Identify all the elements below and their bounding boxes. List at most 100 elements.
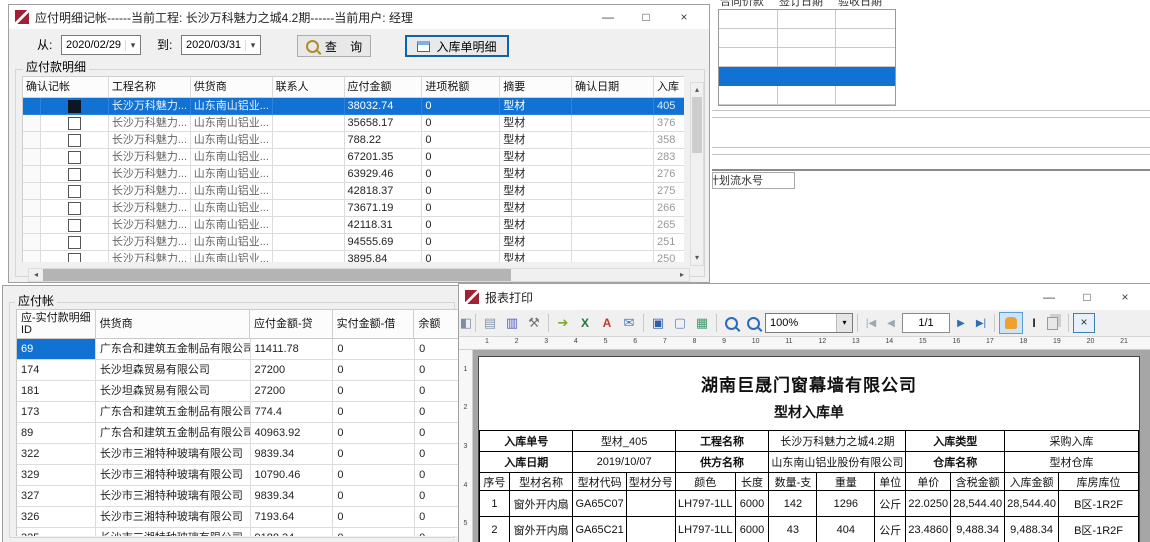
table-row[interactable]: 长沙万科魅力... 山东南山铝业... 3895.84 0 型材 250 <box>23 251 684 262</box>
detail-id-cell[interactable]: 174 <box>17 360 96 381</box>
scroll-left-icon[interactable]: ◂ <box>29 268 43 282</box>
next-page-button[interactable]: ▶ <box>952 318 970 329</box>
table-row[interactable]: 325 长沙市三湘特种玻璃有限公司 9188.34 0 0 <box>17 528 495 536</box>
horizontal-scrollbar[interactable]: ◂ ▸ <box>28 268 690 282</box>
settings-icon[interactable]: ⚒ <box>524 313 544 333</box>
scroll-down-icon[interactable]: ▾ <box>691 251 703 265</box>
table-row[interactable] <box>719 48 895 67</box>
table-row[interactable]: 长沙万科魅力... 山东南山铝业... 788.22 0 型材 358 <box>23 132 684 149</box>
confirm-checkbox[interactable] <box>68 151 81 164</box>
text-select-tool-button[interactable]: I <box>1025 316 1043 330</box>
detail-id-cell[interactable]: 327 <box>17 486 96 507</box>
minimize-button[interactable]: — <box>589 6 627 28</box>
inbound-detail-button[interactable]: 入库单明细 <box>405 35 509 57</box>
detail-id-cell[interactable]: 326 <box>17 507 96 528</box>
table-row[interactable]: 327 长沙市三湘特种玻璃有限公司 9839.34 0 0 <box>17 486 495 507</box>
col-tax[interactable]: 进项税额 <box>422 77 500 97</box>
table-row[interactable]: 329 长沙市三湘特种玻璃有限公司 10790.46 0 0 <box>17 465 495 486</box>
col-supplier[interactable]: 供货商 <box>96 310 250 338</box>
confirm-checkbox[interactable] <box>68 219 81 232</box>
detail-id-cell[interactable]: 329 <box>17 465 96 486</box>
scrollbar-thumb[interactable] <box>43 269 511 281</box>
col-summary[interactable]: 摘要 <box>500 77 572 97</box>
last-page-button[interactable]: ▶| <box>972 318 990 329</box>
table-row[interactable] <box>719 29 895 48</box>
table-row[interactable]: 174 长沙坦森贸易有限公司 27200 0 0 <box>17 360 495 381</box>
scroll-up-icon[interactable]: ▴ <box>691 83 703 97</box>
row-header-cell[interactable] <box>23 200 41 217</box>
col-inbound[interactable]: 入库 <box>654 77 684 97</box>
row-header-cell[interactable] <box>23 98 41 115</box>
close-button[interactable]: × <box>1106 286 1144 308</box>
zoom-level-select[interactable]: 100% ▾ <box>765 313 853 333</box>
document-icon[interactable]: ▢ <box>670 313 690 333</box>
mail-icon[interactable]: ✉ <box>619 313 639 333</box>
detail-id-cell[interactable]: 173 <box>17 402 96 423</box>
title-bar[interactable]: 报表打印 — □ × <box>459 284 1150 310</box>
table-row[interactable]: 长沙万科魅力... 山东南山铝业... 73671.19 0 型材 266 <box>23 200 684 217</box>
col-confirm-date[interactable]: 确认日期 <box>572 77 654 97</box>
confirm-checkbox[interactable] <box>68 134 81 147</box>
close-button[interactable]: × <box>665 6 703 28</box>
detail-id-cell[interactable]: 69 <box>17 339 96 360</box>
confirm-checkbox[interactable] <box>68 236 81 249</box>
row-header-cell[interactable] <box>23 149 41 166</box>
detail-id-cell[interactable]: 89 <box>17 423 96 444</box>
col-amount[interactable]: 应付金额 <box>345 77 423 97</box>
vertical-scrollbar[interactable]: ▴ ▾ <box>690 82 704 266</box>
from-date-select[interactable]: 2020/02/29 ▾ <box>61 35 141 55</box>
print-icon[interactable]: ▤ <box>480 313 500 333</box>
confirm-checkbox[interactable] <box>68 202 81 215</box>
col-credit[interactable]: 应付金额-贷 <box>250 310 333 338</box>
book-icon[interactable]: ▥ <box>502 313 522 333</box>
zoom-out-icon[interactable] <box>743 313 763 333</box>
table-row[interactable]: 69 广东合和建筑五金制品有限公司 11411.78 0 0 <box>17 339 495 360</box>
col-detail-id[interactable]: 应-实付款明细ID <box>17 310 96 338</box>
row-header-cell[interactable] <box>23 132 41 149</box>
confirm-checkbox[interactable] <box>68 168 81 181</box>
table-row[interactable]: 326 长沙市三湘特种玻璃有限公司 7193.64 0 0 <box>17 507 495 528</box>
row-header-cell[interactable] <box>23 115 41 132</box>
table-row[interactable] <box>719 86 895 105</box>
table-row[interactable] <box>719 10 895 29</box>
page-number-input[interactable]: 1/1 <box>902 313 950 333</box>
confirm-checkbox[interactable] <box>68 185 81 198</box>
table-row[interactable]: 89 广东合和建筑五金制品有限公司 40963.92 0 0 <box>17 423 495 444</box>
row-header-cell[interactable] <box>23 251 41 262</box>
scroll-right-icon[interactable]: ▸ <box>675 268 689 282</box>
maximize-button[interactable]: □ <box>1068 286 1106 308</box>
close-preview-button[interactable]: × <box>1073 313 1095 333</box>
copy-icon[interactable] <box>1047 317 1058 330</box>
title-bar[interactable]: 应付明细记帐------当前工程: 长沙万科魅力之城4.2期------当前用户… <box>9 5 709 29</box>
table-row[interactable]: 长沙万科魅力... 山东南山铝业... 67201.35 0 型材 283 <box>23 149 684 166</box>
col-debit[interactable]: 实付金额-借 <box>333 310 415 338</box>
scrollbar-thumb[interactable] <box>692 97 702 153</box>
partial-icon[interactable]: ◧ <box>461 313 471 333</box>
col-supplier[interactable]: 供货商 <box>191 77 273 97</box>
query-button[interactable]: 查 询 <box>297 35 371 57</box>
detail-id-cell[interactable]: 325 <box>17 528 96 536</box>
row-header-cell[interactable] <box>23 234 41 251</box>
table-row[interactable]: 长沙万科魅力... 山东南山铝业... 35658.17 0 型材 376 <box>23 115 684 132</box>
minimize-button[interactable]: — <box>1030 286 1068 308</box>
detail-id-cell[interactable]: 322 <box>17 444 96 465</box>
zoom-in-icon[interactable] <box>721 313 741 333</box>
grid-export-icon[interactable]: ▦ <box>692 313 712 333</box>
col-project[interactable]: 工程名称 <box>109 77 191 97</box>
table-row[interactable]: 181 长沙坦森贸易有限公司 27200 0 0 <box>17 381 495 402</box>
row-header-cell[interactable] <box>23 217 41 234</box>
table-row[interactable]: 322 长沙市三湘特种玻璃有限公司 9839.34 0 0 <box>17 444 495 465</box>
table-row[interactable]: 长沙万科魅力... 山东南山铝业... 42818.37 0 型材 275 <box>23 183 684 200</box>
table-row[interactable]: 长沙万科魅力... 山东南山铝业... 38032.74 0 型材 405 <box>23 98 684 115</box>
confirm-checkbox[interactable] <box>68 117 81 130</box>
col-confirm[interactable]: 确认记帐 <box>23 77 109 97</box>
excel-export-icon[interactable]: X <box>575 313 595 333</box>
table-row[interactable]: 长沙万科魅力... 山东南山铝业... 63929.46 0 型材 276 <box>23 166 684 183</box>
hand-tool-button[interactable] <box>999 312 1023 334</box>
prev-page-button[interactable]: ◀ <box>882 318 900 329</box>
row-header-cell[interactable] <box>23 166 41 183</box>
pdf-export-icon[interactable]: A <box>597 313 617 333</box>
confirm-checkbox[interactable] <box>68 100 81 113</box>
col-contact[interactable]: 联系人 <box>273 77 345 97</box>
first-page-button[interactable]: |◀ <box>862 318 880 329</box>
